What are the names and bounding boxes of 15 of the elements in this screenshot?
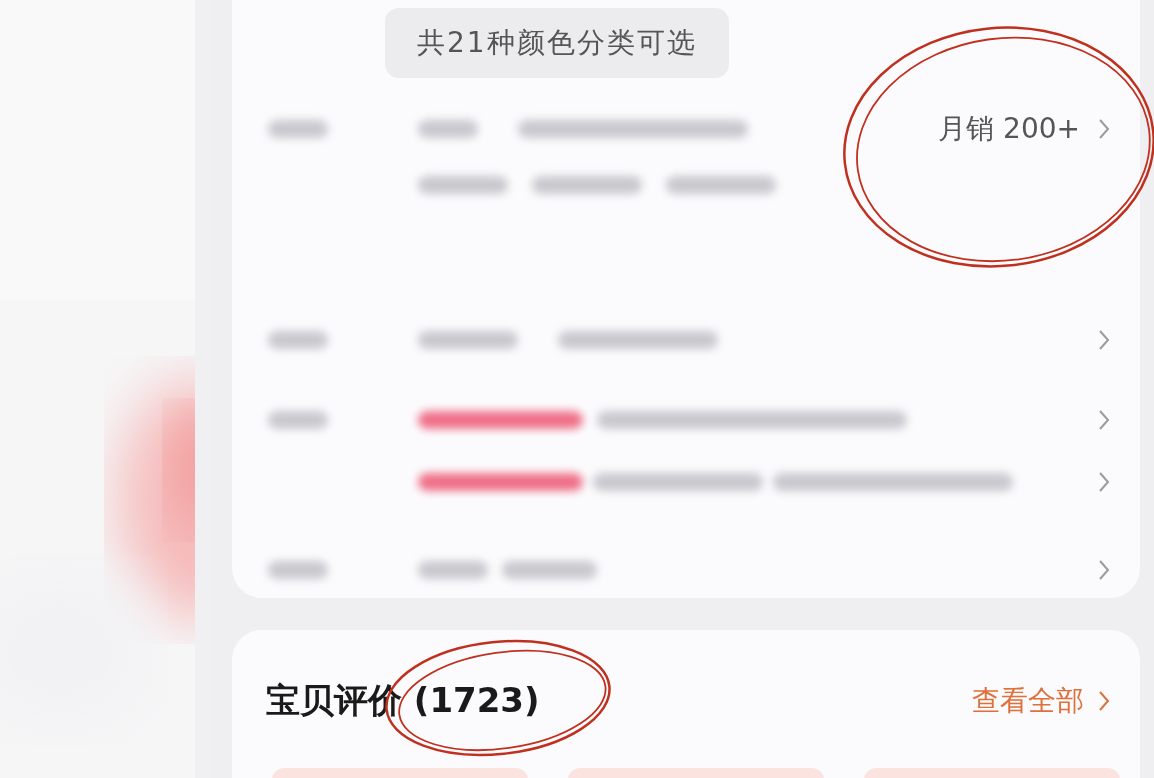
chevron-icon — [1098, 471, 1110, 493]
blurred-text — [268, 561, 328, 579]
blurred-text — [268, 331, 328, 349]
color-option-note[interactable]: 共21种颜色分类可选 — [385, 8, 729, 78]
chevron-icon — [1098, 118, 1110, 140]
blurred-text — [268, 411, 328, 429]
chevron-icon — [1098, 690, 1110, 712]
monthly-sales: 月销 200+ — [938, 111, 1080, 147]
chevron-icon — [1098, 329, 1110, 351]
chevron-icon — [1098, 559, 1110, 581]
blurred-text — [418, 120, 478, 138]
blurred-text — [418, 561, 488, 579]
chevron-icon — [1098, 409, 1110, 431]
spec-row[interactable]: 月销 200+ — [232, 84, 1140, 292]
blurred-text — [268, 120, 328, 138]
